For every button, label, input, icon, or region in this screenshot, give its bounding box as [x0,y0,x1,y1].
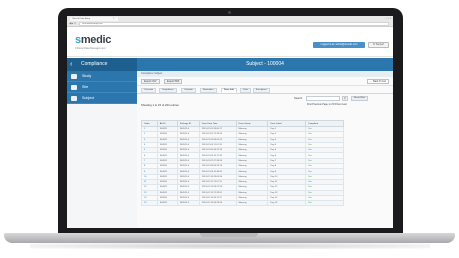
table-body: 1 364521 364521-4 2013-07-01 08:00:17 Mornin… [141,125,344,207]
table-cell: 364521-5 [176,200,200,207]
tab-compliance[interactable]: Compliance [159,88,177,93]
sidebar-item-site[interactable]: Site [67,82,137,93]
close-icon[interactable]: × [113,17,114,21]
tab-bar: Overview Compliance Calendar Reminders D… [137,86,393,94]
sidebar-item-subject[interactable]: Subject [67,93,137,104]
tab-exceptions[interactable]: Exceptions [253,88,270,93]
table-cell: Day 15 [267,200,307,207]
support-button[interactable]: ⚙ Support [368,42,389,48]
app-header: smedic Clinical Data Management Logged i… [67,27,393,57]
site-icon [71,85,77,90]
browser-tab-title: Clinical Data Entry [72,18,90,20]
dose-table: Order Alt ID Package ID Dose Date Time D… [141,120,344,207]
logo-tagline: Clinical Data Management [75,47,106,50]
table-cell: Morning [235,200,269,207]
laptop-shadow [30,243,430,249]
laptop-notch [200,233,258,237]
address-bar[interactable]: clinicaldatastudy.com [79,22,389,26]
export-csv-button[interactable]: Export CSV [141,79,160,84]
browser-tab[interactable]: Clinical Data Entry [70,17,118,21]
logo: smedic [75,34,111,46]
browser-nav-icons[interactable]: ◀ ▶ ⟳ [69,22,76,26]
sidebar-header: ‹ Compliance [67,58,137,71]
table-cell: 364521 [156,200,178,207]
table-cell: Yes [305,200,344,207]
table-cell: 2013-07-15 08:28:43 [198,200,237,207]
back-to-list-button[interactable]: ← Back To List [367,79,389,84]
tab-visits[interactable]: Visits [240,88,252,93]
sidebar-item-label: Subject [82,96,94,100]
laptop-screen: Clinical Data Entry × – □ × ◀ ▶ ⟳ clinic… [67,16,393,228]
tab-dose-info[interactable]: Dose Info [221,88,237,93]
study-icon [71,74,77,79]
tab-reminders[interactable]: Reminders [200,88,217,93]
page-title: Subject - 100004 [137,58,393,71]
export-bar: Export CSV Export PDF ← Back To List [137,77,393,86]
subject-icon [71,96,77,101]
back-chevron-icon[interactable]: ‹ [70,58,72,71]
sidebar-item-label: Study [82,74,92,78]
reset-filter-button[interactable]: Reset Filter [351,96,369,101]
sidebar-item-label: Site [82,85,89,89]
tab-overview[interactable]: Overview [141,88,157,93]
laptop-mockup: Clinical Data Entry × – □ × ◀ ▶ ⟳ clinic… [0,0,459,258]
table-row[interactable]: 15 364521 364521-5 2013-07-15 08:28:43 Morni… [141,200,344,207]
camera-icon [228,11,231,14]
search-label: Search [294,97,303,100]
table-toolbar: Search ⚲ Reset Filter Showing 1 to 15 of… [137,94,393,108]
pagination[interactable]: First Previous Page 1 of 15 Next Last [307,103,347,106]
sidebar: ‹ Compliance Study Site Subject [67,58,137,228]
entries-count: Showing 1 to 15 of 224 entries [141,103,179,107]
export-pdf-button[interactable]: Export PDF [164,79,183,84]
logo-main: medic [80,34,112,46]
search-icon[interactable]: ⚲ [342,96,348,101]
browser-chrome: Clinical Data Entry × – □ × ◀ ▶ ⟳ clinic… [67,16,393,27]
sidebar-item-study[interactable]: Study [67,71,137,82]
search-input[interactable] [306,96,340,101]
tab-calendar[interactable]: Calendar [181,88,196,93]
sidebar-header-label: Compliance [81,61,108,67]
user-account-button[interactable]: Logged in as: admin@smedic.com [313,42,365,48]
table-cell: 15 [141,200,158,207]
window-controls[interactable]: – □ × [386,17,392,20]
